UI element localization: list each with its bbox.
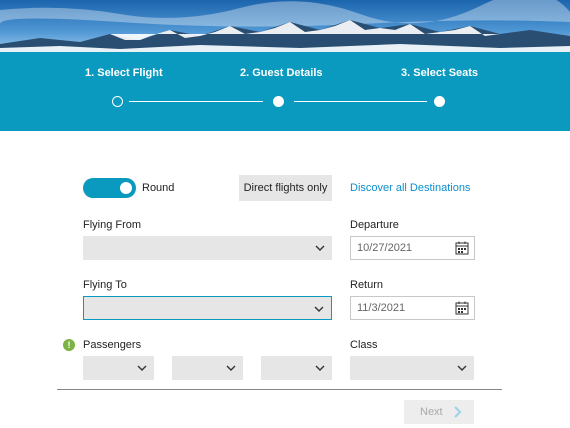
calendar-icon bbox=[455, 301, 469, 315]
chevron-down-icon bbox=[457, 365, 467, 371]
form-divider bbox=[57, 389, 502, 390]
return-date-value: 11/3/2021 bbox=[357, 302, 406, 314]
step-1-indicator bbox=[112, 96, 123, 107]
next-button[interactable]: Next bbox=[404, 400, 474, 424]
return-date-picker[interactable]: 11/3/2021 bbox=[350, 296, 475, 320]
departure-date-value: 10/27/2021 bbox=[357, 242, 413, 254]
chevron-down-icon bbox=[315, 365, 325, 371]
class-label: Class bbox=[350, 339, 378, 351]
return-label: Return bbox=[350, 279, 384, 291]
departure-date-picker[interactable]: 10/27/2021 bbox=[350, 236, 475, 260]
toggle-knob bbox=[120, 182, 132, 194]
flying-from-dropdown[interactable] bbox=[83, 236, 332, 260]
passengers-label: Passengers bbox=[83, 339, 142, 351]
step-1-label: 1. Select Flight bbox=[85, 67, 163, 79]
step-connector bbox=[129, 101, 263, 102]
next-button-label: Next bbox=[420, 406, 443, 418]
class-dropdown[interactable] bbox=[350, 356, 474, 380]
flying-to-label: Flying To bbox=[83, 279, 127, 291]
step-2-indicator bbox=[273, 96, 284, 107]
round-trip-label: Round bbox=[142, 182, 175, 194]
header-banner-image bbox=[0, 0, 570, 52]
step-connector bbox=[294, 101, 427, 102]
step-2-label: 2. Guest Details bbox=[240, 67, 323, 79]
calendar-icon bbox=[455, 241, 469, 255]
passengers-children-dropdown[interactable] bbox=[172, 356, 243, 380]
departure-label: Departure bbox=[350, 219, 399, 231]
discover-destinations-link[interactable]: Discover all Destinations bbox=[350, 182, 470, 194]
direct-flights-button[interactable]: Direct flights only bbox=[239, 175, 332, 201]
chevron-down-icon bbox=[314, 306, 324, 312]
info-icon[interactable]: ! bbox=[63, 339, 75, 351]
flying-from-label: Flying From bbox=[83, 219, 142, 231]
chevron-down-icon bbox=[137, 365, 147, 371]
step-3-label: 3. Select Seats bbox=[401, 67, 479, 79]
step-3-indicator bbox=[434, 96, 445, 107]
round-trip-toggle[interactable] bbox=[83, 178, 136, 198]
passengers-infants-dropdown[interactable] bbox=[261, 356, 332, 380]
passengers-adults-dropdown[interactable] bbox=[83, 356, 154, 380]
chevron-down-icon bbox=[226, 365, 236, 371]
chevron-down-icon bbox=[315, 245, 325, 251]
flying-to-dropdown[interactable] bbox=[83, 296, 332, 320]
chevron-right-icon bbox=[454, 406, 462, 418]
progress-stepper: 1. Select Flight 2. Guest Details 3. Sel… bbox=[0, 52, 570, 131]
